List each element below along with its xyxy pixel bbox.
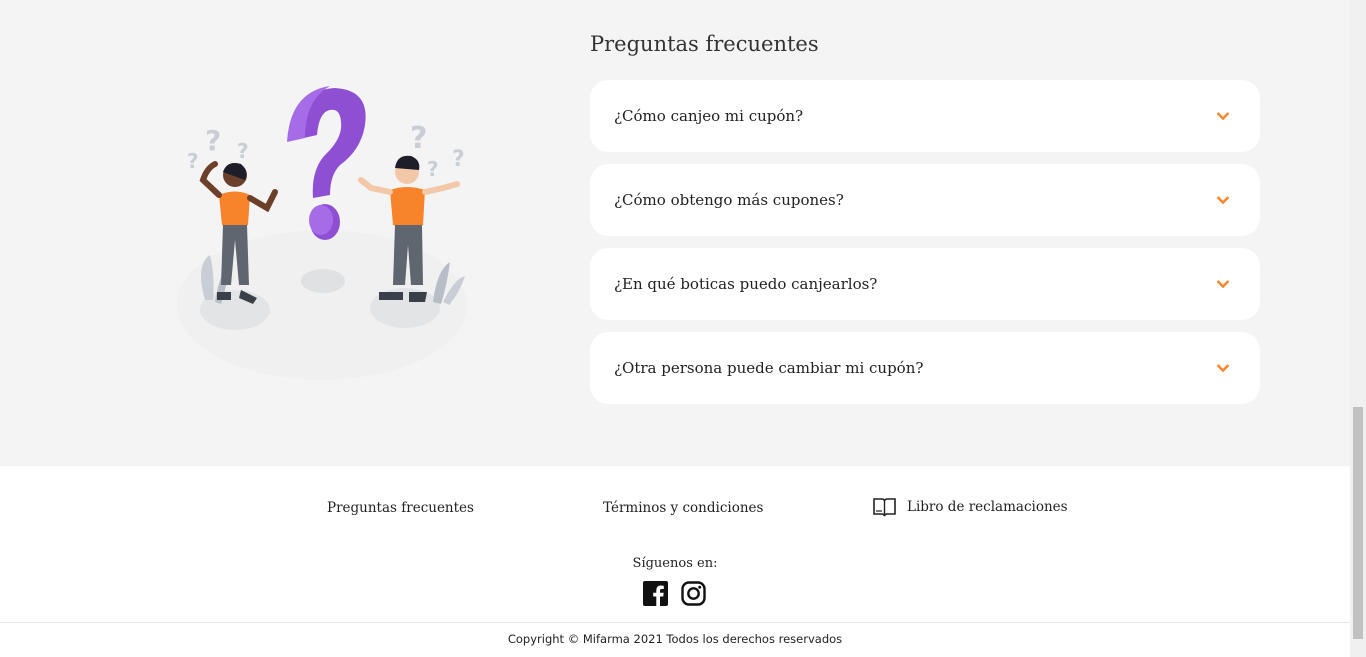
faq-item[interactable]: ¿En qué boticas puedo canjearlos? <box>590 248 1260 320</box>
faq-question: ¿Cómo obtengo más cupones? <box>614 191 844 209</box>
faq-question: ¿En qué boticas puedo canjearlos? <box>614 275 878 293</box>
scrollbar[interactable] <box>1350 0 1366 657</box>
svg-text:?: ? <box>187 149 199 173</box>
follow-label: Síguenos en: <box>632 556 718 571</box>
instagram-icon[interactable] <box>681 581 706 606</box>
faq-item[interactable]: ¿Otra persona puede cambiar mi cupón? <box>590 332 1260 404</box>
footer-link-terms[interactable]: Términos y condiciones <box>603 500 763 516</box>
social-links <box>643 581 706 606</box>
complaints-book-icon <box>873 498 896 517</box>
svg-text:?: ? <box>237 139 249 163</box>
questions-illustration: ? ? ? ? ? ? <box>177 86 467 380</box>
facebook-icon[interactable] <box>643 581 668 606</box>
copyright-text: Copyright © Mifarma 2021 Todos los derec… <box>507 632 843 646</box>
faq-item[interactable]: ¿Cómo canjeo mi cupón? <box>590 80 1260 152</box>
svg-text:?: ? <box>205 124 221 157</box>
chevron-down-icon <box>1216 112 1230 121</box>
complaints-label: Libro de reclamaciones <box>907 499 1068 515</box>
footer-link-faq[interactable]: Preguntas frecuentes <box>327 500 474 516</box>
faq-title: Preguntas frecuentes <box>590 32 819 56</box>
svg-text:?: ? <box>452 147 465 172</box>
footer: Preguntas frecuentes Términos y condicio… <box>0 466 1350 657</box>
faq-question: ¿Cómo canjeo mi cupón? <box>614 107 804 125</box>
chevron-down-icon <box>1216 364 1230 373</box>
svg-text:?: ? <box>427 157 439 181</box>
footer-link-complaints[interactable]: Libro de reclamaciones <box>872 496 1068 518</box>
chevron-down-icon <box>1216 280 1230 289</box>
faq-list: ¿Cómo canjeo mi cupón? ¿Cómo obtengo más… <box>590 80 1260 416</box>
faq-item[interactable]: ¿Cómo obtengo más cupones? <box>590 164 1260 236</box>
svg-text:?: ? <box>410 121 427 156</box>
footer-divider <box>0 622 1350 623</box>
footer-links: Preguntas frecuentes Términos y condicio… <box>0 498 1350 522</box>
faq-section: ? ? ? ? ? ? Preguntas frecuentes ¿Cómo c… <box>0 0 1350 466</box>
faq-question: ¿Otra persona puede cambiar mi cupón? <box>614 359 924 377</box>
chevron-down-icon <box>1216 196 1230 205</box>
scrollbar-thumb[interactable] <box>1353 407 1363 639</box>
